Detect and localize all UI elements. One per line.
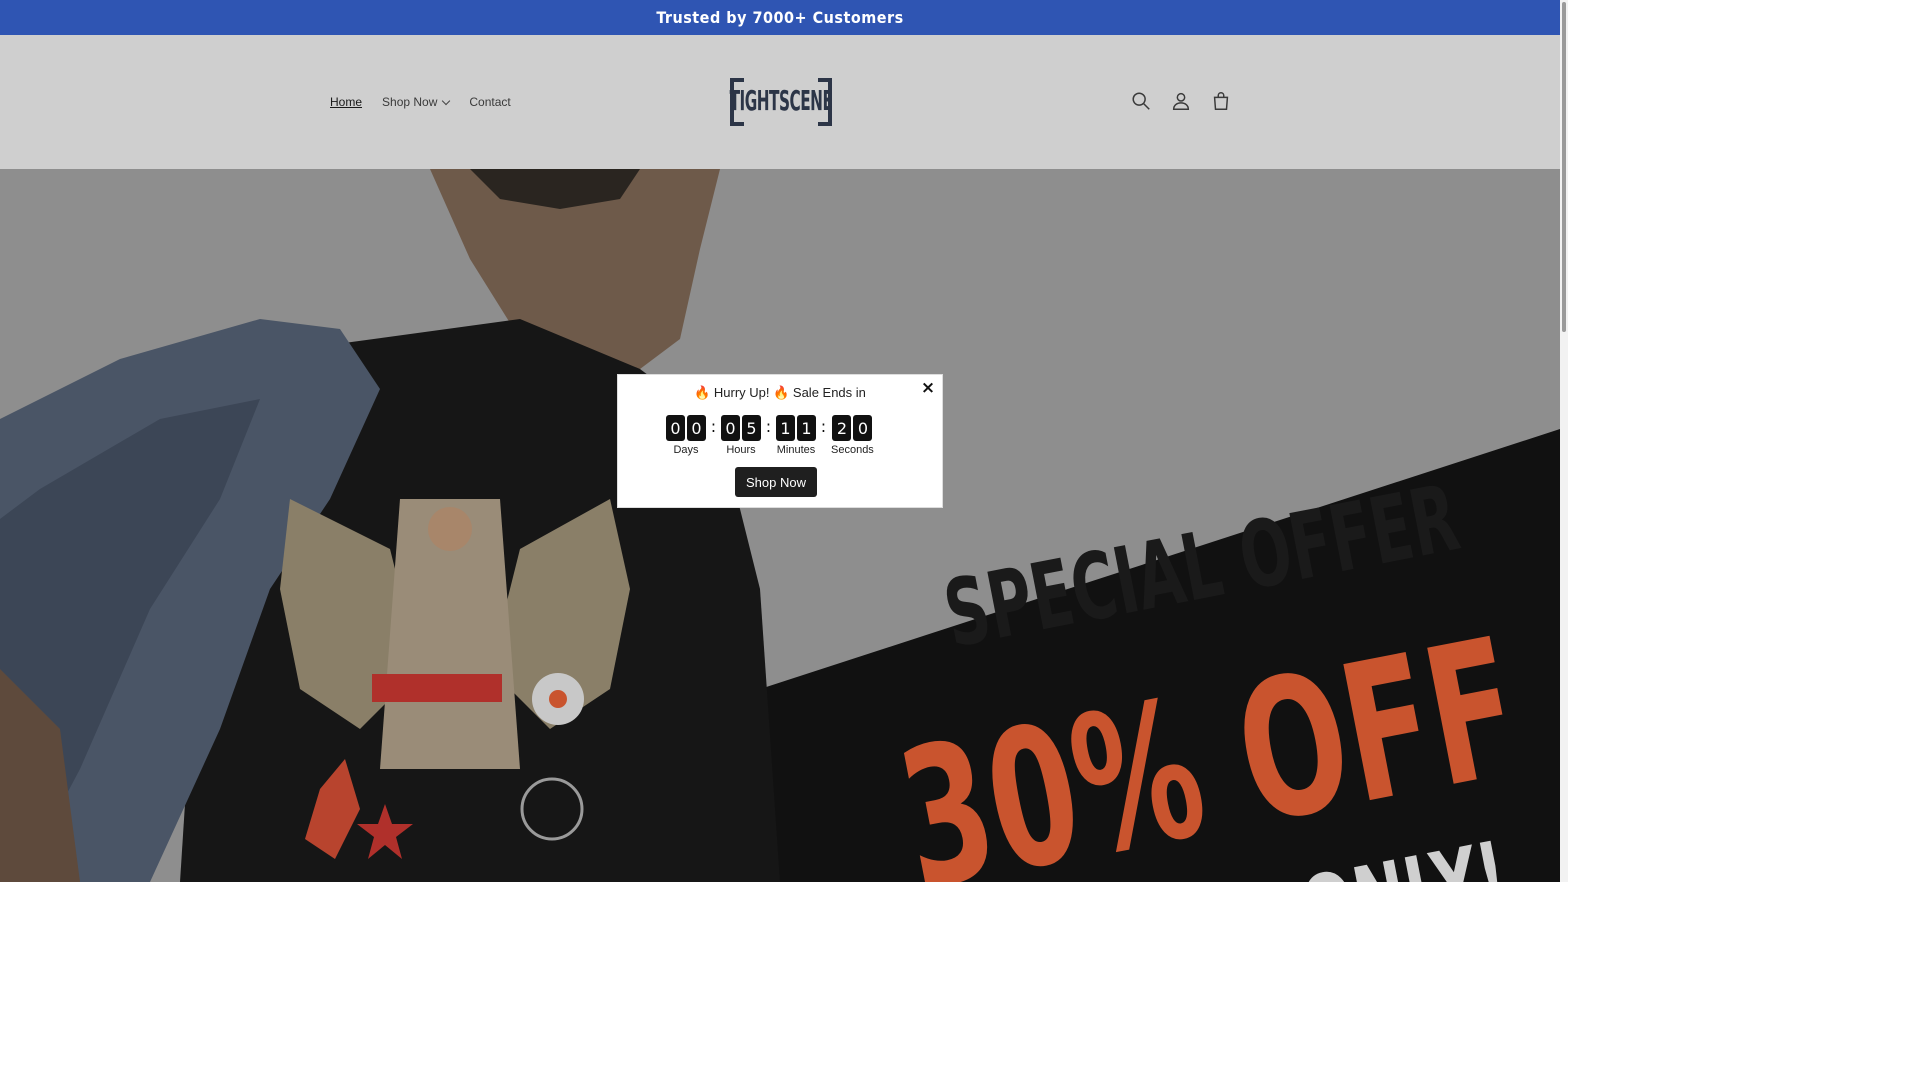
timer-separator: : — [710, 417, 717, 436]
nav-shop-now-link[interactable]: Shop Now — [382, 95, 451, 109]
timer-separator: : — [820, 417, 827, 436]
timer-digit: 0 — [666, 415, 685, 441]
account-icon[interactable] — [1170, 90, 1192, 112]
timer-digit: 1 — [797, 415, 816, 441]
cart-icon[interactable] — [1210, 90, 1232, 112]
scrollbar-thumb[interactable] — [1562, 2, 1566, 332]
timer-separator: : — [765, 417, 772, 436]
header-icons — [1130, 90, 1232, 112]
timer-hours: 0 5 Hours — [721, 415, 761, 456]
timer-digit: 1 — [776, 415, 795, 441]
chevron-down-icon — [442, 96, 451, 105]
hero-banner: SPECIAL OFFER 30% OFF EEK ONLY! — [0, 169, 1560, 882]
timer-label-hours: Hours — [726, 444, 756, 456]
timer-label-seconds: Seconds — [831, 444, 874, 456]
site-logo[interactable]: TIGHTSCENE — [729, 78, 833, 126]
hero-image: SPECIAL OFFER 30% OFF EEK ONLY! — [0, 169, 1560, 882]
timer-minutes: 1 1 Minutes — [776, 415, 816, 456]
timer-days: 0 0 Days — [666, 415, 706, 456]
timer-digit: 5 — [742, 415, 761, 441]
timer-seconds: 2 0 Seconds — [831, 415, 874, 456]
nav-home-link[interactable]: Home — [330, 95, 362, 109]
nav-contact-label: Contact — [469, 95, 511, 109]
nav-contact-link[interactable]: Contact — [469, 95, 510, 109]
timer-digit: 2 — [832, 415, 852, 441]
search-icon[interactable] — [1130, 90, 1152, 112]
nav-shop-now-label: Shop Now — [382, 95, 438, 109]
countdown-timer: 0 0 Days : 0 5 Hours : 1 1 Minutes : 2 0 — [666, 415, 874, 456]
countdown-popup: × 🔥 Hurry Up! 🔥 Sale Ends in 0 0 Days : … — [617, 374, 943, 508]
timer-label-minutes: Minutes — [776, 444, 816, 456]
timer-label-days: Days — [673, 444, 699, 456]
page-scrollbar[interactable] — [1560, 0, 1568, 882]
shop-now-button[interactable]: Shop Now — [735, 467, 817, 497]
timer-digit: 0 — [853, 415, 873, 441]
logo-text: TIGHTSCENE — [729, 86, 833, 118]
announcement-text: Trusted by 7000+ Customers — [656, 8, 904, 27]
nav-home-label: Home — [330, 95, 363, 109]
timer-digit: 0 — [721, 415, 740, 441]
site-header: Home Shop Now Contact TIGHTSCENE — [0, 35, 1560, 169]
announcement-bar: Trusted by 7000+ Customers — [0, 0, 1560, 35]
main-nav: Home Shop Now Contact — [330, 35, 531, 169]
popup-headline: 🔥 Hurry Up! 🔥 Sale Ends in — [694, 385, 866, 400]
timer-digit: 0 — [687, 415, 706, 441]
